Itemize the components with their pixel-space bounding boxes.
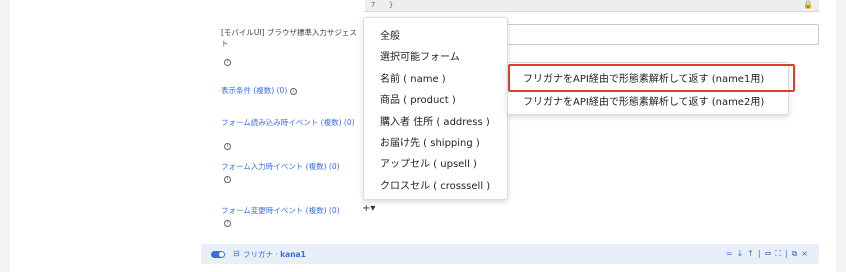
move-up-icon[interactable]: ↑ xyxy=(747,249,755,258)
menu-item-address[interactable]: 購入者 住所 ( address ) xyxy=(380,113,490,128)
menu-item-crosssell[interactable]: クロスセル ( crosssell ) xyxy=(380,177,490,192)
category-menu: 全般 選択可能フォーム 名前 ( name ) 商品 ( product ) 購… xyxy=(363,17,508,200)
submenu-item-name2[interactable]: フリガナをAPI経由で形態素解析して返す (name2用) xyxy=(523,93,764,108)
menu-item-selectable[interactable]: 選択可能フォーム xyxy=(380,48,460,63)
resize-icon[interactable]: ⇔ xyxy=(765,249,773,258)
separator: | xyxy=(784,249,789,258)
line-number: 7 xyxy=(371,1,376,9)
info-icon: i xyxy=(224,59,231,66)
code-line: } xyxy=(389,1,394,9)
field-type-icon: ⊟ xyxy=(233,249,240,258)
code-editor[interactable]: 7 } 🔒 xyxy=(365,0,819,12)
info-icon: i xyxy=(224,220,231,227)
move-down-icon[interactable]: ↓ xyxy=(736,249,744,258)
field-row[interactable]: ⊟ フリガナ · kana1 = ↓ ↑ | ⇔ ⛶ | ⧉ × xyxy=(201,244,819,264)
info-icon: i xyxy=(224,176,231,183)
enable-toggle[interactable] xyxy=(211,251,225,258)
menu-item-name[interactable]: 名前 ( name ) xyxy=(380,70,446,85)
copy-icon[interactable]: ⧉ xyxy=(792,249,799,258)
delete-icon[interactable]: × xyxy=(801,249,809,258)
form-load-event-link[interactable]: フォーム読み込み時イベント (複数) (0) xyxy=(221,117,356,128)
field-name: フリガナ · kana1 xyxy=(243,250,306,259)
suggest-input[interactable] xyxy=(505,24,819,45)
add-event-button[interactable]: +▾ xyxy=(362,203,375,214)
info-icon: i xyxy=(224,143,231,150)
selection-highlight xyxy=(508,64,795,92)
row-toolbar: = ↓ ↑ | ⇔ ⛶ | ⧉ × xyxy=(723,249,809,259)
form-change-event-link[interactable]: フォーム変更時イベント (複数) (0) xyxy=(221,205,340,216)
info-icon: i xyxy=(289,87,297,95)
menu-item-shipping[interactable]: お届け先 ( shipping ) xyxy=(380,134,480,149)
form-input-event-link[interactable]: フォーム入力時イベント (複数) (0) xyxy=(221,161,340,172)
menu-item-product[interactable]: 商品 ( product ) xyxy=(380,91,456,106)
separator: | xyxy=(757,249,762,258)
menu-item-general[interactable]: 全般 xyxy=(380,27,400,42)
menu-item-upsell[interactable]: アップセル ( upsell ) xyxy=(380,155,477,170)
expand-icon[interactable]: ⛶ xyxy=(775,249,782,258)
lock-icon: 🔒 xyxy=(803,0,813,9)
display-condition-link[interactable]: 表示条件 (複数) (0) i xyxy=(221,85,297,96)
input-suggest-label: [モバイルUI] ブラウザ標準入力サジェスト xyxy=(221,28,357,48)
drag-handle-icon[interactable]: = xyxy=(726,249,734,258)
